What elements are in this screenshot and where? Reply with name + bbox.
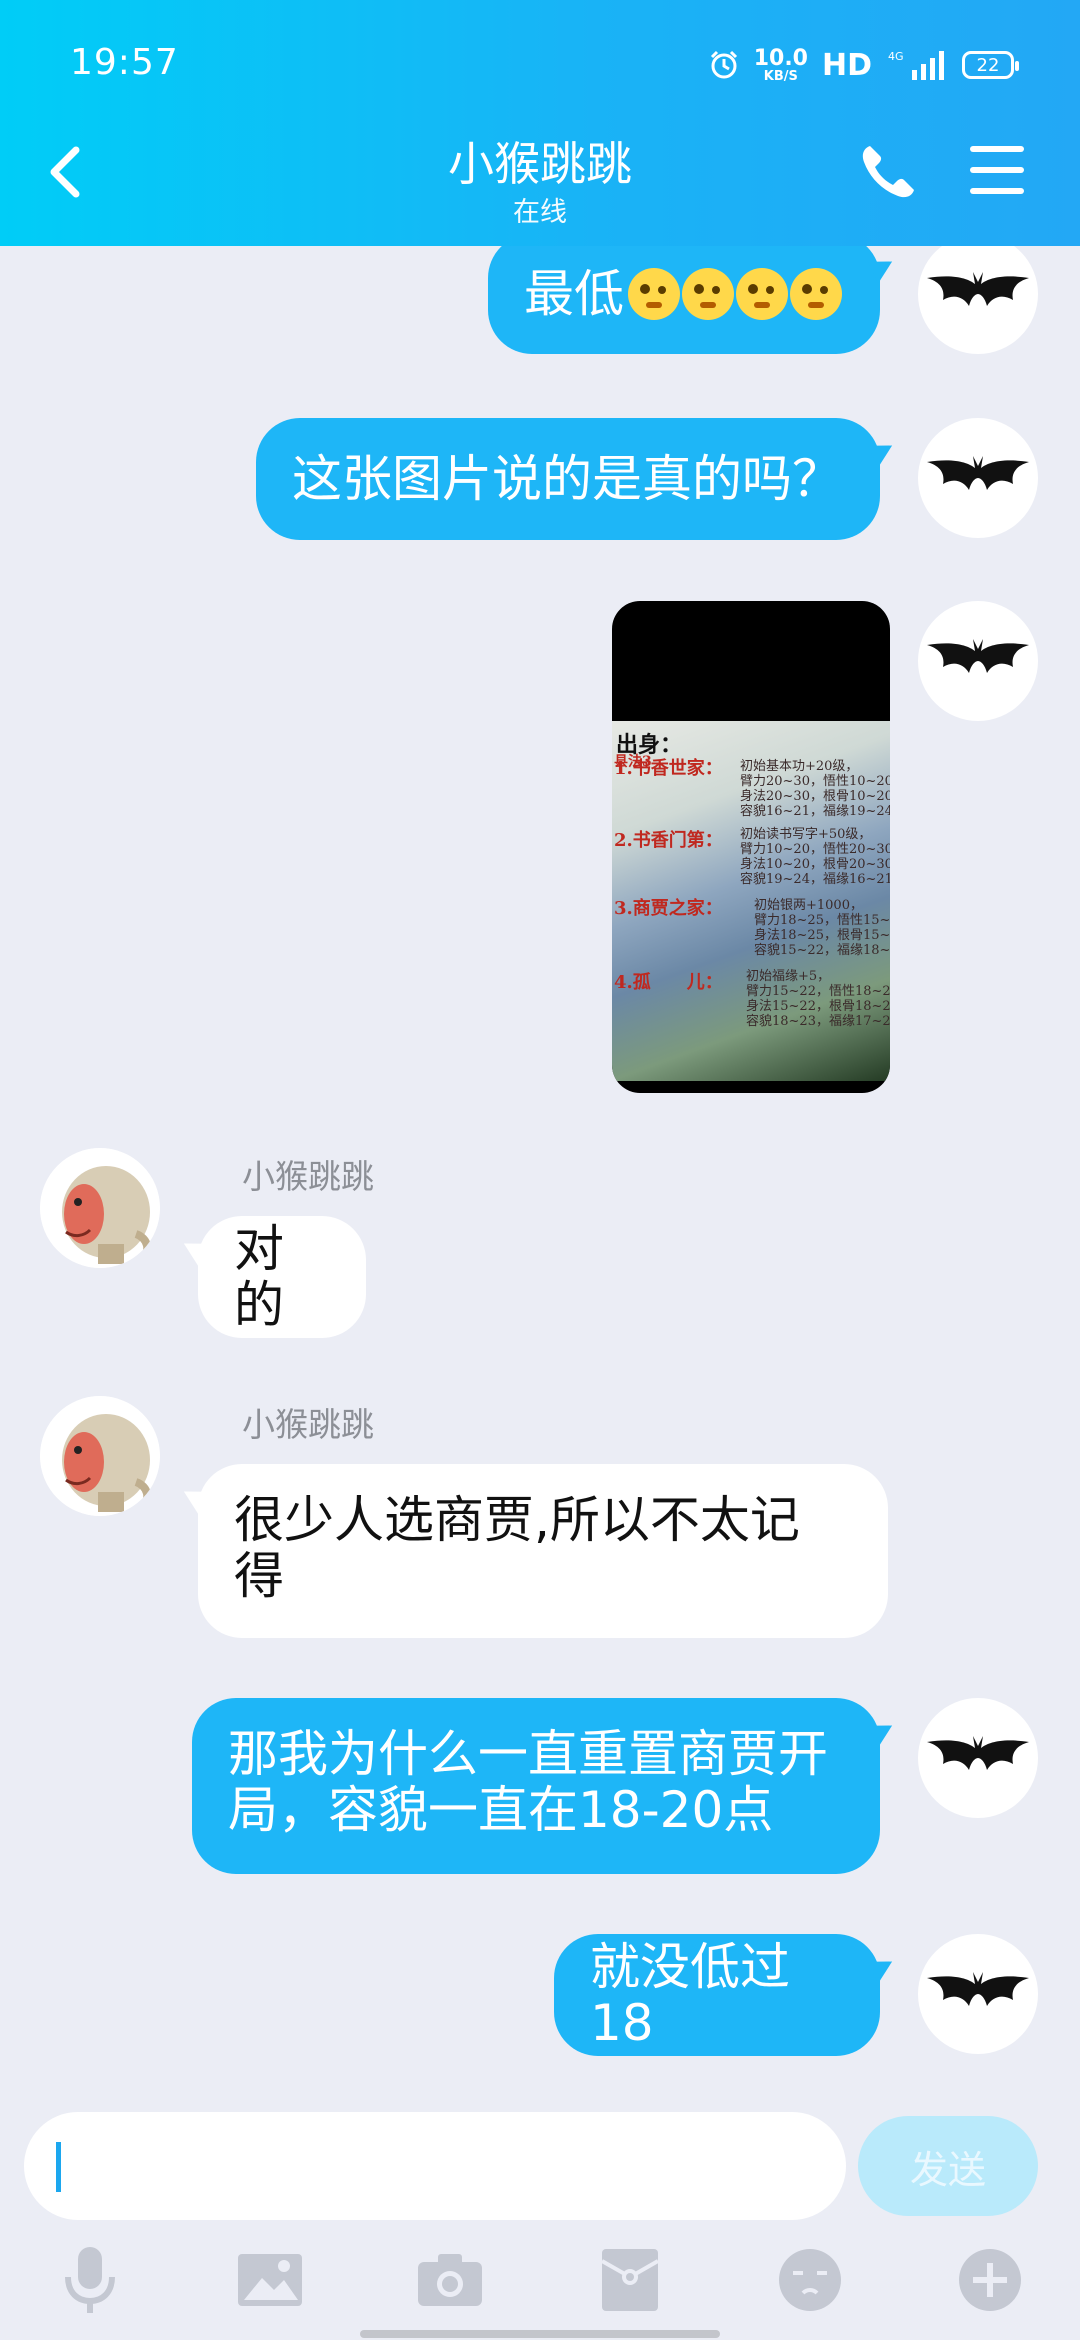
message-text-line: 很少人选商贾,所以不太记 (234, 1491, 800, 1549)
image-text: 容貌18~23，福缘17~22， (746, 1014, 890, 1029)
message-bubble[interactable]: 那我为什么一直重置商贾开 局，容貌一直在18-20点 (192, 1698, 880, 1874)
image-text: 臂力15~22，悟性18~25， (746, 984, 890, 999)
message-list[interactable]: 最低 这张图片说的是真的吗？ 出身： 县法3 1.书香世家： 初始基本功+20级… (0, 246, 1080, 2106)
signal-icon: 4G (886, 48, 948, 82)
image-text: 容貌16~21，福缘19~24， (740, 804, 890, 819)
image-text: 初始福缘+5， (746, 969, 831, 984)
image-text: 身法20~30，根骨10~20， (740, 789, 890, 804)
sender-name: 小猴跳跳 (242, 1405, 374, 1444)
my-avatar[interactable] (918, 246, 1038, 354)
message-text-line: 那我为什么一直重置商贾开 (228, 1725, 828, 1783)
bat-icon (927, 1972, 1029, 2006)
peer-avatar[interactable] (40, 1396, 160, 1516)
status-time: 19:57 (70, 42, 179, 83)
image-text: 初始基本功+20级， (740, 759, 859, 774)
message-bubble[interactable]: 很少人选商贾,所以不太记 得 (198, 1464, 888, 1638)
thinking-emoji-icon (790, 268, 842, 320)
battery-icon: 22 (962, 51, 1019, 79)
red-packet-button[interactable] (594, 2244, 666, 2316)
phone-call-button[interactable] (856, 140, 920, 204)
emoji-button[interactable] (774, 2244, 846, 2316)
message-bubble[interactable]: 就没低过18 (554, 1934, 880, 2056)
chat-header: 19:57 10.0 KB/S HD 4G 22 小猴跳跳 在线 (0, 0, 1080, 246)
network-speed: 10.0 KB/S (753, 45, 808, 84)
send-button[interactable]: 发送 (858, 2116, 1038, 2216)
my-avatar[interactable] (918, 418, 1038, 538)
status-bar: 19:57 10.0 KB/S HD 4G 22 (0, 0, 1080, 130)
more-button[interactable] (954, 2244, 1026, 2316)
red-packet-icon (601, 2249, 659, 2311)
monkey-icon (40, 1396, 160, 1516)
image-text: 身法18~25，根骨15~22， (754, 928, 890, 943)
bat-icon (927, 1736, 1029, 1770)
hd-indicator: HD (821, 47, 872, 83)
plus-icon (959, 2249, 1021, 2311)
message-bubble[interactable]: 最低 (488, 246, 880, 354)
message-text: 这张图片说的是真的吗？ (292, 450, 842, 508)
peer-avatar[interactable] (40, 1148, 160, 1268)
image-text: 1.书香世家： (614, 758, 723, 779)
image-text: 初始银两+1000， (754, 898, 863, 913)
message-text-line: 得 (234, 1547, 284, 1605)
gallery-button[interactable] (234, 2244, 306, 2316)
message-bubble[interactable]: 这张图片说的是真的吗？ (256, 418, 880, 540)
message-text-line: 局，容貌一直在18-20点 (228, 1781, 774, 1839)
image-message[interactable]: 出身： 县法3 1.书香世家： 初始基本功+20级， 臂力20~30，悟性10~… (612, 601, 890, 1093)
image-text: 容貌15~22，福缘18~25， (754, 943, 890, 958)
network-type-label: 4G (888, 50, 904, 63)
camera-button[interactable] (414, 2244, 486, 2316)
menu-button[interactable] (966, 142, 1028, 198)
emoji-icon (779, 2249, 841, 2311)
image-text: 4.孤 儿： (614, 972, 723, 993)
my-avatar[interactable] (918, 1698, 1038, 1818)
status-icons: 10.0 KB/S HD 4G 22 (708, 40, 1019, 90)
menu-icon (970, 146, 1024, 194)
microphone-icon (65, 2247, 115, 2313)
home-indicator[interactable] (360, 2330, 720, 2338)
camera-icon (418, 2254, 482, 2306)
sender-name: 小猴跳跳 (242, 1157, 374, 1196)
image-text: 2.书香门第： (614, 830, 723, 851)
bat-icon (927, 639, 1029, 673)
image-text: 臂力10~20，悟性20~30， (740, 842, 890, 857)
input-toolbar (0, 2236, 1080, 2326)
image-text: 容貌19~24，福缘16~21， (740, 872, 890, 887)
image-text: 臂力18~25，悟性15~22， (754, 913, 890, 928)
my-avatar[interactable] (918, 601, 1038, 721)
phone-icon (862, 146, 914, 198)
text-caret (56, 2142, 61, 2192)
image-text: 3.商贾之家： (614, 898, 723, 919)
image-icon (238, 2254, 302, 2306)
thinking-emoji-icon (736, 268, 788, 320)
emoji-group (628, 268, 842, 320)
message-text: 最低 (524, 265, 624, 323)
thinking-emoji-icon (628, 268, 680, 320)
bat-icon (927, 456, 1029, 490)
message-text: 对的 (234, 1220, 284, 1334)
my-avatar[interactable] (918, 1934, 1038, 2054)
bat-icon (927, 272, 1029, 306)
monkey-icon (40, 1148, 160, 1268)
alarm-icon (708, 49, 740, 81)
thinking-emoji-icon (682, 268, 734, 320)
voice-button[interactable] (54, 2244, 126, 2316)
message-bubble[interactable]: 对的 (198, 1216, 366, 1338)
message-text: 就没低过18 (590, 1938, 790, 2052)
image-text: 臂力20~30，悟性10~20， (740, 774, 890, 789)
message-input[interactable] (24, 2112, 846, 2220)
image-text: 身法15~22，根骨18~25， (746, 999, 890, 1014)
image-text: 身法10~20，根骨20~30， (740, 857, 890, 872)
image-text: 初始读书写字+50级， (740, 827, 872, 842)
